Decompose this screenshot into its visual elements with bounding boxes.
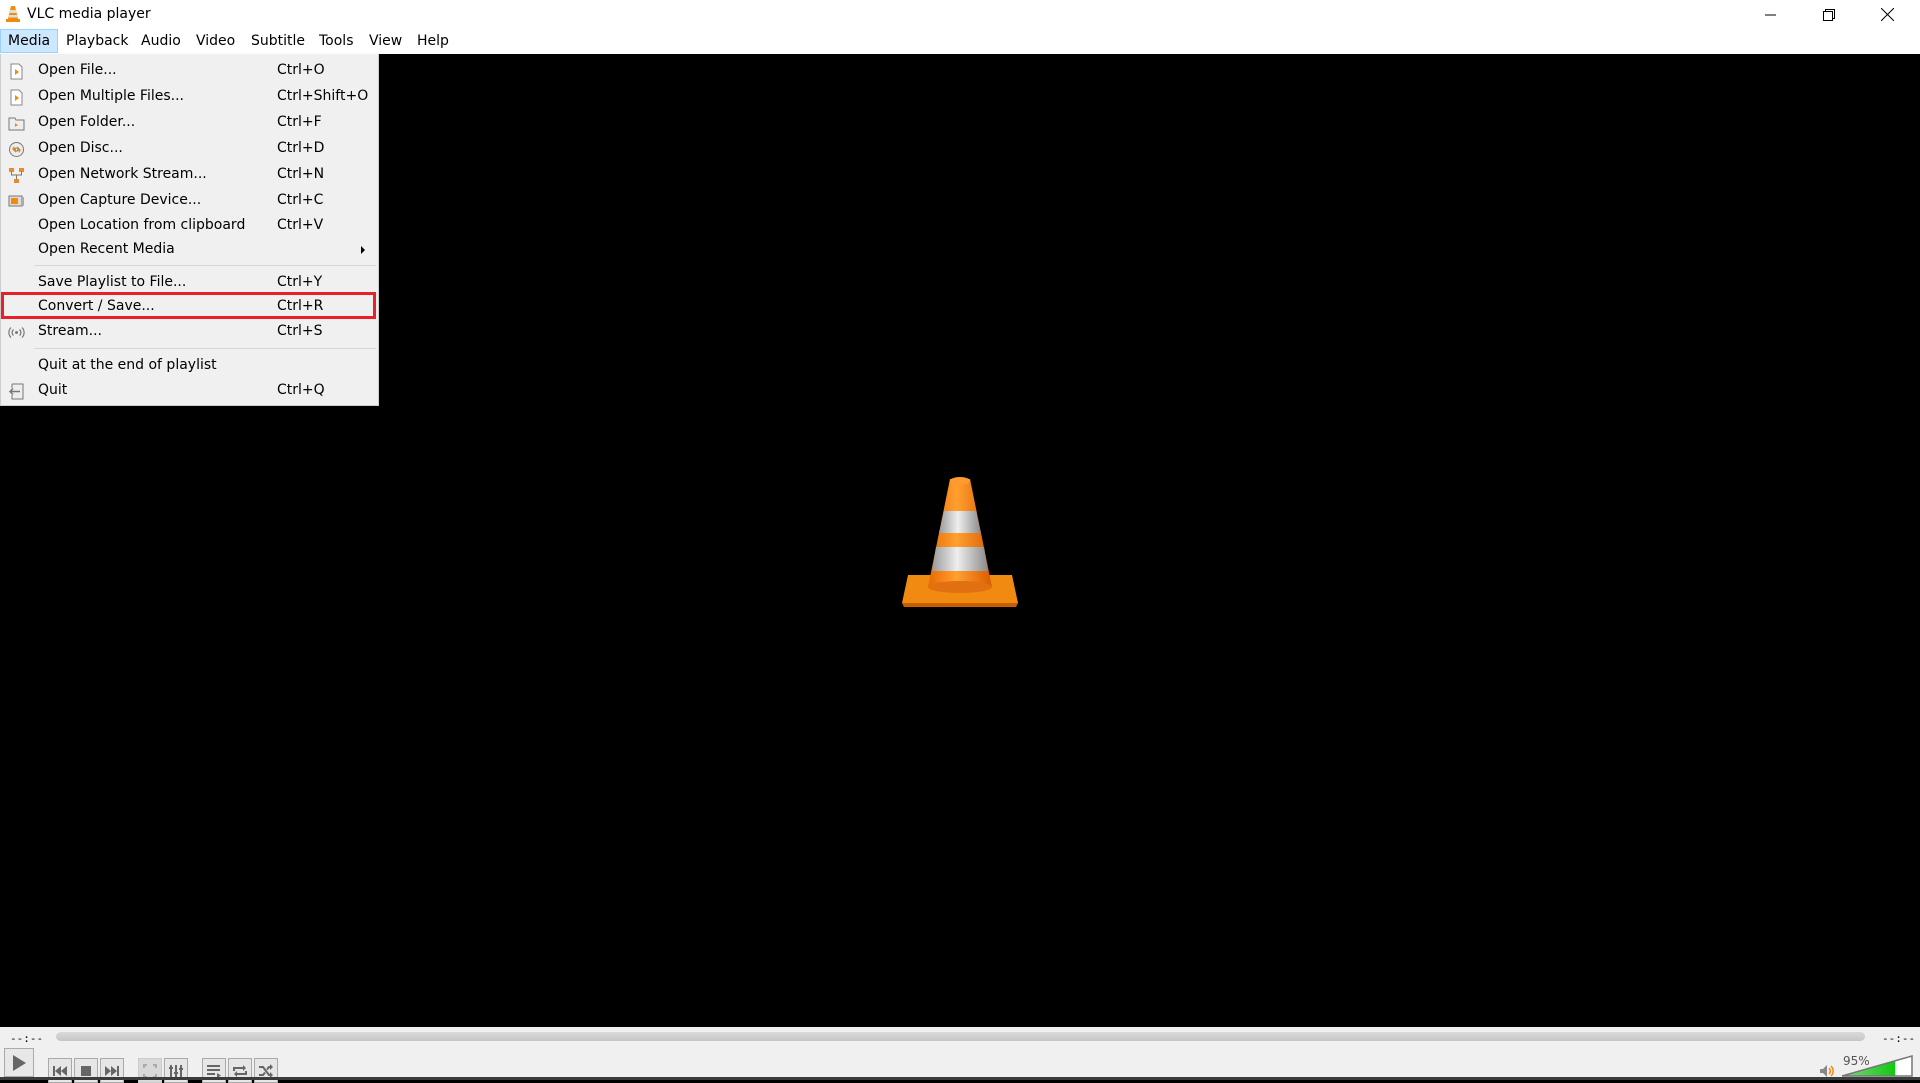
menu-view[interactable]: View [361,29,410,53]
menu-item-quit[interactable]: Quit Ctrl+Q [2,379,378,403]
quit-icon [8,383,24,400]
menu-media[interactable]: Media [0,29,59,53]
restore-button[interactable] [1800,0,1858,29]
media-menu-dropdown: Open File... Ctrl+O Open Multiple Files.… [0,54,379,406]
menu-item-quit-end-playlist[interactable]: Quit at the end of playlist [2,354,378,378]
menu-separator [34,265,376,266]
next-icon [105,1065,119,1076]
open-multiple-files-icon [10,89,23,106]
play-icon [13,1054,26,1071]
minimize-icon [1765,14,1776,15]
menu-subtitle[interactable]: Subtitle [243,29,313,53]
menu-item-open-network-stream[interactable]: Open Network Stream... Ctrl+N [2,163,378,187]
close-icon [1880,8,1894,21]
menu-item-open-location-clipboard[interactable]: Open Location from clipboard Ctrl+V [2,214,378,238]
play-button[interactable] [4,1048,34,1077]
shuffle-icon [259,1063,273,1078]
menu-separator [34,348,376,349]
menu-item-open-multiple-files[interactable]: Open Multiple Files... Ctrl+Shift+O [2,85,378,109]
volume-slider[interactable] [1841,1055,1913,1077]
menu-item-convert-save[interactable]: Convert / Save... Ctrl+R [2,295,378,319]
disc-icon [9,142,24,157]
fullscreen-icon [143,1063,157,1078]
network-icon [9,168,24,183]
window-title: VLC media player [27,6,151,22]
menu-audio[interactable]: Audio [133,29,189,53]
remaining-time: --:-- [1882,1032,1916,1045]
menu-item-open-disc[interactable]: Open Disc... Ctrl+D [2,137,378,161]
volume-speaker-icon[interactable] [1819,1064,1835,1078]
seek-slider[interactable] [56,1032,1865,1041]
restore-icon [1823,8,1835,21]
loop-icon [233,1064,247,1077]
menu-video[interactable]: Video [188,29,243,53]
playlist-icon [207,1064,221,1078]
open-file-icon [10,63,23,80]
menu-bar: Media Playback Audio Video Subtitle Tool… [0,29,1920,54]
menu-playback[interactable]: Playback [58,29,136,53]
minimize-button[interactable] [1742,0,1800,29]
menu-item-open-capture-device[interactable]: Open Capture Device... Ctrl+C [2,189,378,213]
elapsed-time: --:-- [10,1032,44,1045]
previous-icon [53,1065,67,1076]
vlc-cone-logo [902,477,1018,607]
close-button[interactable] [1858,0,1916,29]
vlc-app-icon [6,6,20,22]
capture-device-icon [8,195,24,207]
title-bar: VLC media player [0,0,1920,29]
stream-icon [8,327,25,338]
menu-item-stream[interactable]: Stream... Ctrl+S [2,320,378,344]
menu-help[interactable]: Help [409,29,457,53]
menu-item-open-folder[interactable]: Open Folder... Ctrl+F [2,111,378,135]
menu-item-open-file[interactable]: Open File... Ctrl+O [2,59,378,83]
open-folder-icon [8,117,25,131]
stop-icon [81,1065,91,1076]
equalizer-icon [169,1064,183,1077]
menu-item-open-recent-media[interactable]: Open Recent Media [2,238,378,262]
menu-item-save-playlist[interactable]: Save Playlist to File... Ctrl+Y [2,271,378,295]
submenu-arrow-icon [361,246,365,254]
menu-tools[interactable]: Tools [311,29,362,53]
playback-controls-bar: --:-- --:-- [0,1027,1920,1080]
